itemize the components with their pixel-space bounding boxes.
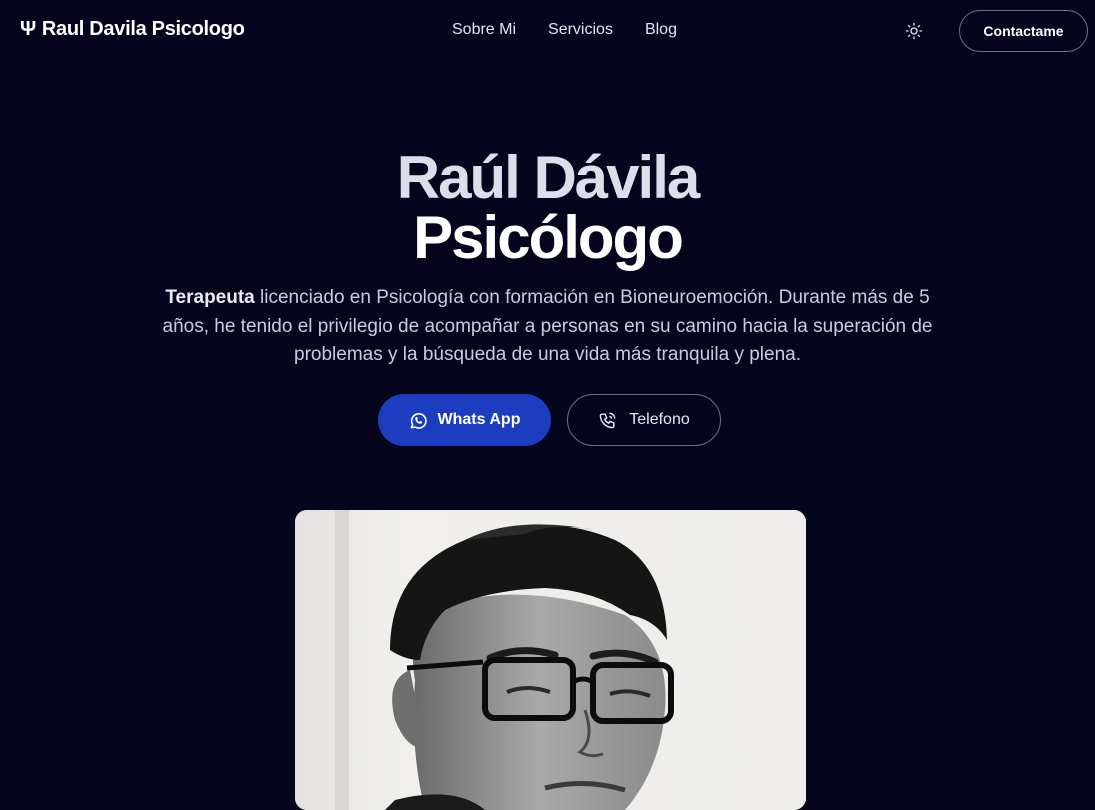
- main-nav: Sobre Mi Servicios Blog: [452, 21, 677, 39]
- nav-item-blog[interactable]: Blog: [645, 21, 677, 39]
- brand-name: Raul Davila Psicologo: [41, 18, 245, 40]
- portrait-image: [295, 510, 806, 810]
- profile-photo: [295, 510, 806, 810]
- theme-toggle-button[interactable]: [903, 20, 925, 42]
- brand-logo[interactable]: Ψ Raul Davila Psicologo: [20, 18, 245, 41]
- phone-label: Telefono: [629, 411, 690, 428]
- hero-description-bold: Terapeuta: [165, 287, 255, 308]
- contact-button[interactable]: Contactame: [959, 10, 1088, 52]
- whatsapp-label: Whats App: [437, 411, 521, 428]
- hero-description: Terapeuta licenciado en Psicología con f…: [163, 284, 933, 370]
- site-header: Ψ Raul Davila Psicologo Sobre Mi Servici…: [0, 0, 1095, 62]
- hero-section: Raúl Dávila Psicólogo Terapeuta licencia…: [0, 148, 1095, 370]
- nav-item-servicios[interactable]: Servicios: [548, 21, 613, 39]
- phone-button[interactable]: Telefono: [567, 394, 721, 446]
- phone-icon: [599, 412, 616, 428]
- hero-title-profession: Psicólogo: [413, 204, 684, 271]
- whatsapp-icon: [410, 412, 427, 429]
- psi-icon: Ψ: [20, 18, 36, 40]
- whatsapp-button[interactable]: Whats App: [378, 394, 551, 446]
- hero-title: Raúl Dávila Psicólogo: [0, 148, 1095, 268]
- hero-title-name: Raúl Dávila: [396, 144, 700, 211]
- cta-buttons: Whats App Telefono: [378, 394, 721, 446]
- nav-item-sobre-mi[interactable]: Sobre Mi: [452, 21, 516, 39]
- sun-icon: [905, 22, 923, 40]
- hero-description-text: licenciado en Psicología con formación e…: [162, 287, 933, 365]
